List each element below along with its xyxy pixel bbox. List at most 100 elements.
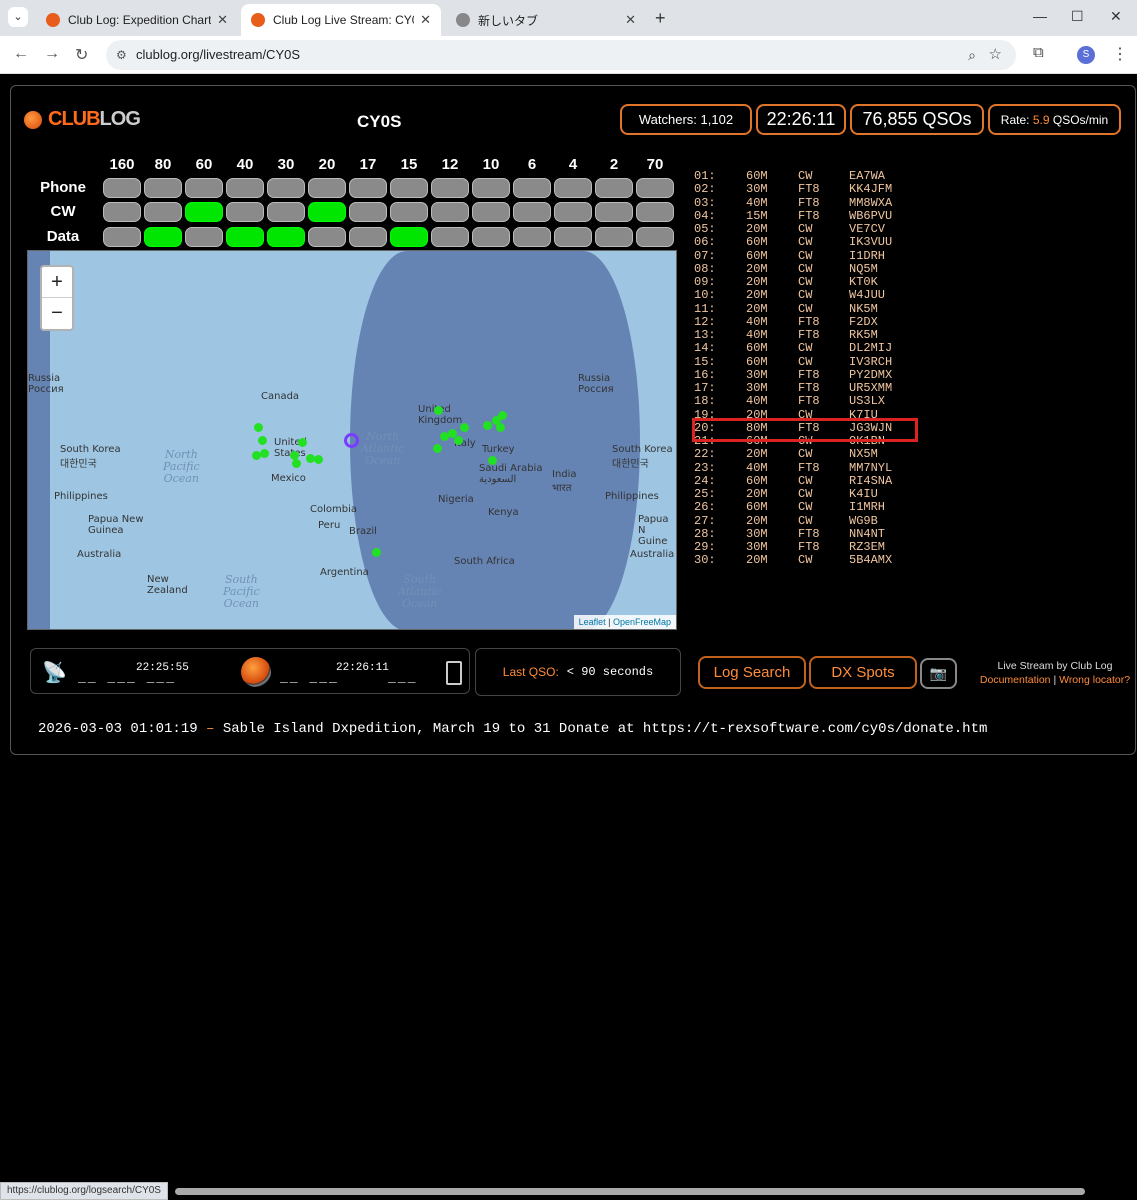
qso-callsign[interactable]: UR5XMM bbox=[849, 382, 892, 395]
qso-callsign[interactable]: I1DRH bbox=[849, 249, 885, 263]
forward-icon[interactable]: → bbox=[44, 45, 60, 63]
qso-band: 60M bbox=[746, 473, 768, 488]
maximize-icon[interactable]: ☐ bbox=[1071, 8, 1084, 25]
clublog-logo[interactable]: CLUB LOG bbox=[24, 108, 141, 131]
tab-livestream[interactable]: Club Log Live Stream: CY0S ✕ bbox=[241, 4, 441, 36]
map-attribution: Leaflet | OpenFreeMap bbox=[573, 615, 676, 629]
new-tab-button[interactable]: + bbox=[655, 8, 666, 29]
qso-callsign[interactable]: K4IU bbox=[849, 488, 878, 501]
documentation-link[interactable]: Documentation bbox=[980, 674, 1051, 686]
leaflet-link[interactable]: Leaflet bbox=[579, 617, 606, 627]
qso-callsign[interactable]: NK5M bbox=[849, 302, 878, 316]
qso-mode: CW bbox=[798, 288, 813, 303]
qso-mode: CW bbox=[798, 553, 813, 568]
zoom-icon[interactable]: ⌕ bbox=[968, 40, 976, 70]
browser-menu-icon[interactable]: ⋮ bbox=[1112, 44, 1128, 64]
band-header: 20 bbox=[318, 156, 336, 173]
minimize-icon[interactable]: — bbox=[1033, 8, 1047, 24]
qso-callsign[interactable]: RK5M bbox=[849, 329, 878, 342]
qso-callsign[interactable]: NQ5M bbox=[849, 262, 878, 276]
qso-callsign[interactable]: W4JUU bbox=[849, 289, 885, 302]
camera-button[interactable]: 📷 bbox=[920, 658, 957, 689]
qso-callsign[interactable]: NX5M bbox=[849, 448, 878, 461]
tab-search-button[interactable]: ⌄ bbox=[8, 7, 28, 27]
qso-callsign[interactable]: IK3VUU bbox=[849, 236, 892, 249]
qso-callsign[interactable]: PY2DMX bbox=[849, 368, 892, 382]
qso-callsign[interactable]: WG9B bbox=[849, 514, 878, 528]
tab-title: Club Log: Expedition Charts - C bbox=[68, 13, 212, 27]
qso-rate: Rate: 5.9 QSOs/min bbox=[988, 104, 1121, 135]
qso-callsign[interactable]: F2DX bbox=[849, 315, 878, 329]
zoom-in-button[interactable]: + bbox=[42, 267, 72, 298]
band-mode-cell bbox=[513, 202, 551, 222]
back-icon[interactable]: ← bbox=[13, 45, 29, 63]
qso-callsign[interactable]: RZ3EM bbox=[849, 541, 885, 554]
label-png-west: Papua New Guinea bbox=[88, 514, 144, 536]
qso-callsign[interactable]: NN4NT bbox=[849, 527, 885, 541]
clublog-favicon bbox=[46, 13, 60, 27]
horizontal-scrollbar[interactable] bbox=[175, 1188, 1085, 1195]
expedition-location-marker[interactable] bbox=[344, 433, 359, 448]
bookmark-star-icon[interactable]: ☆ bbox=[989, 40, 1002, 70]
qso-row: 29: 30M FT8 RZ3EM bbox=[694, 541, 914, 554]
extensions-icon[interactable]: ⧉ bbox=[1033, 44, 1044, 61]
qso-callsign[interactable]: MM7NYL bbox=[849, 461, 892, 475]
close-tab-icon[interactable]: ✕ bbox=[420, 12, 431, 28]
band-mode-cell bbox=[267, 202, 305, 222]
news-date: 2026-03-03 01:01:19 bbox=[38, 721, 198, 737]
qso-marker bbox=[454, 436, 463, 445]
reload-icon[interactable]: ↻ bbox=[75, 45, 88, 65]
zoom-out-button[interactable]: − bbox=[42, 298, 72, 329]
qso-callsign[interactable]: VE7CV bbox=[849, 223, 885, 236]
address-toolbar: ← → ↻ ⚙ clublog.org/livestream/CY0S ⌕ ☆ … bbox=[0, 36, 1137, 74]
band-header: 70 bbox=[646, 156, 664, 173]
wrong-locator-link[interactable]: Wrong locator? bbox=[1059, 674, 1130, 686]
openfreemap-link[interactable]: OpenFreeMap bbox=[613, 617, 671, 627]
qso-mode: CW bbox=[798, 222, 813, 236]
band-header: 10 bbox=[482, 156, 500, 173]
qso-index: 26: bbox=[694, 500, 716, 515]
qso-callsign[interactable]: 5B4AMX bbox=[849, 554, 892, 567]
band-mode-cell bbox=[595, 227, 633, 247]
tab-expedition-charts[interactable]: Club Log: Expedition Charts - C ✕ bbox=[36, 4, 238, 36]
qso-row: 07: 60M CW I1DRH bbox=[694, 249, 914, 263]
qso-row: 14: 60M CW DL2MIJ bbox=[694, 342, 914, 355]
qso-callsign[interactable]: KT0K bbox=[849, 276, 878, 289]
qso-band: 30M bbox=[746, 540, 768, 554]
qso-callsign[interactable]: US3LX bbox=[849, 395, 885, 408]
qso-callsign[interactable]: EA7WA bbox=[849, 170, 885, 183]
qso-band: 30M bbox=[746, 182, 768, 197]
band-mode-cell bbox=[472, 178, 510, 198]
dx-spots-button[interactable]: DX Spots bbox=[809, 656, 917, 689]
qso-callsign[interactable]: KK4JFM bbox=[849, 183, 892, 196]
qso-mode: CW bbox=[798, 341, 813, 356]
close-tab-icon[interactable]: ✕ bbox=[217, 12, 228, 28]
qso-row: 05: 20M CW VE7CV bbox=[694, 223, 914, 236]
qso-marker bbox=[258, 436, 267, 445]
band-header: 40 bbox=[236, 156, 254, 173]
qso-callsign[interactable]: RI4SNA bbox=[849, 474, 892, 488]
site-info-icon[interactable]: ⚙ bbox=[116, 40, 127, 70]
qso-count: 76,855 bbox=[862, 109, 918, 129]
qso-band: 40M bbox=[746, 328, 768, 342]
last-qso-label: Last QSO: bbox=[502, 665, 559, 679]
qso-callsign[interactable]: MM8WXA bbox=[849, 196, 892, 210]
band-mode-cell bbox=[390, 178, 428, 198]
qso-row: 30: 20M CW 5B4AMX bbox=[694, 554, 914, 567]
qso-callsign[interactable]: WB6PVU bbox=[849, 209, 892, 223]
tab-new-tab[interactable]: 新しいタブ ✕ bbox=[446, 4, 646, 36]
qso-callsign[interactable]: I1MRH bbox=[849, 501, 885, 514]
world-map[interactable]: Russia Россия South Korea 대한민국 Philippines… bbox=[27, 250, 677, 630]
qso-callsign[interactable]: DL2MIJ bbox=[849, 342, 892, 355]
label-argentina: Argentina bbox=[320, 567, 369, 578]
qso-mode: FT8 bbox=[798, 460, 820, 475]
profile-avatar[interactable]: S bbox=[1077, 46, 1095, 64]
qso-callsign[interactable]: IV3RCH bbox=[849, 355, 892, 369]
close-tab-icon[interactable]: ✕ bbox=[625, 12, 636, 28]
close-window-icon[interactable]: ✕ bbox=[1110, 8, 1122, 25]
log-search-button[interactable]: Log Search bbox=[698, 656, 806, 689]
qso-index: 15: bbox=[694, 354, 716, 369]
address-bar[interactable]: ⚙ clublog.org/livestream/CY0S ⌕ ☆ bbox=[106, 40, 1016, 70]
qso-marker bbox=[252, 451, 261, 460]
qso-index: 04: bbox=[694, 208, 716, 223]
